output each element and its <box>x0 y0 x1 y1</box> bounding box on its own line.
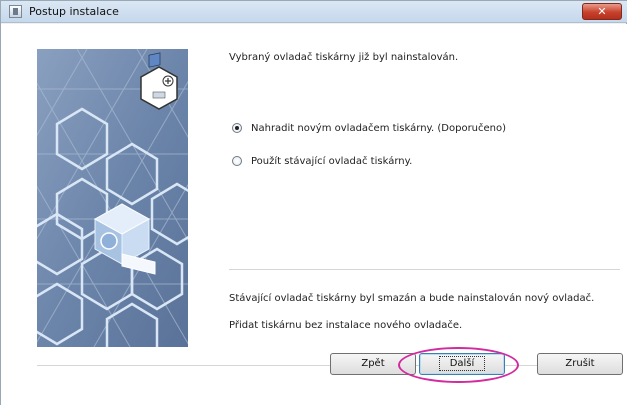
status-message: Vybraný ovladač tiskárny již byl nainsta… <box>229 52 459 63</box>
app-icon <box>9 5 22 18</box>
next-button-label: Další <box>438 356 486 371</box>
option-replace-driver[interactable]: Nahradit novým ovladačem tiskárny. (Dopo… <box>232 121 506 135</box>
printer-illustration <box>37 49 188 347</box>
radio-button-checked[interactable] <box>232 123 242 133</box>
cancel-button[interactable]: Zrušit <box>537 353 623 375</box>
next-button[interactable]: Další <box>419 353 505 375</box>
footer-divider <box>37 365 620 366</box>
radio-button-unchecked[interactable] <box>232 156 242 166</box>
close-button[interactable]: ✕ <box>582 3 622 20</box>
back-button[interactable]: Zpět <box>330 353 416 375</box>
hexagon-pattern-icon <box>37 49 188 347</box>
option-label: Nahradit novým ovladačem tiskárny. (Dopo… <box>251 122 507 134</box>
option-label: Použít stávající ovladač tiskárny. <box>251 155 413 167</box>
installer-window: Postup instalace ✕ Vybraný ovladač tiská… <box>0 0 627 405</box>
window-title: Postup instalace <box>29 5 119 18</box>
content-divider <box>229 269 620 270</box>
title-bar: Postup instalace ✕ <box>1 1 627 23</box>
dialog-content: Vybraný ovladač tiskárny již byl nainsta… <box>1 24 627 405</box>
existing-driver-note: Přidat tiskárnu bez instalace nového ovl… <box>229 320 463 331</box>
option-use-existing-driver[interactable]: Použít stávající ovladač tiskárny. <box>232 154 412 168</box>
replace-driver-note: Stávající ovladač tiskárny byl smazán a … <box>229 293 595 304</box>
